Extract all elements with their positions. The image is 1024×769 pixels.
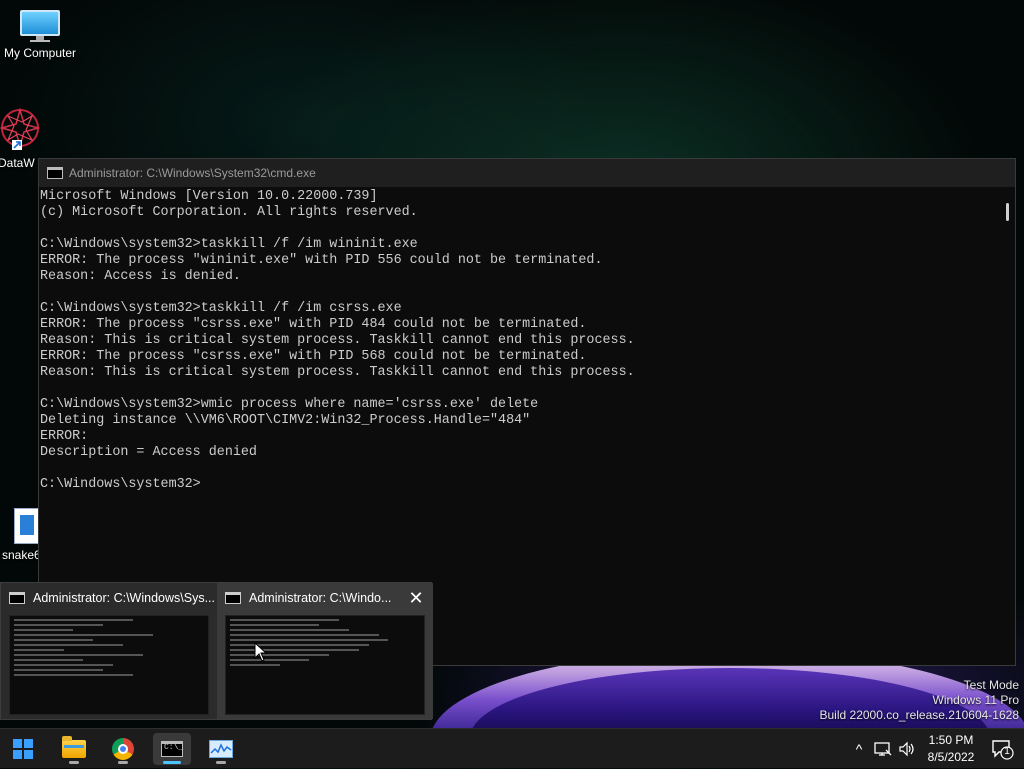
thumbnail-title: Administrator: C:\Windows\Sys... [33,591,215,605]
notification-center-button[interactable]: 1 [990,737,1014,761]
test-mode-watermark: Test Mode Windows 11 Pro Build 22000.co_… [820,678,1020,723]
taskbar-performance-monitor[interactable] [202,733,240,765]
thumbnail-preview [225,615,425,715]
console-line: C:\Windows\system32>wmic process where n… [40,397,539,412]
desktop-icon-datawatch[interactable]: DataW [0,106,42,170]
taskbar-thumbnail-popup: Administrator: C:\Windows\Sys... Adminis… [0,582,433,720]
console-line: ERROR: [40,429,89,444]
desktop-icon-my-computer[interactable]: My Computer [0,10,80,60]
cmd-icon [47,167,63,179]
desktop-icon-snake[interactable]: snake6 [2,508,42,562]
taskbar-chrome[interactable] [104,733,142,765]
taskbar-cmd[interactable]: C:\_ [153,733,191,765]
performance-monitor-icon [209,740,233,758]
notification-count: 1 [1004,746,1010,757]
console-line: ERROR: The process "csrss.exe" with PID … [40,317,587,332]
cmd-icon [225,592,241,604]
thumbnail-title: Administrator: C:\Windo... [249,591,392,605]
console-line: (c) Microsoft Corporation. All rights re… [40,205,418,220]
console-line: Reason: This is critical system process.… [40,365,635,380]
thumbnail-window-2[interactable]: Administrator: C:\Windo... ✕ [217,583,433,719]
cmd-icon: C:\_ [161,741,183,757]
chevron-up-icon[interactable]: ^ [848,741,870,757]
close-icon[interactable]: ✕ [405,587,427,609]
console-line: ERROR: The process "wininit.exe" with PI… [40,253,603,268]
watermark-line: Windows 11 Pro [932,693,1019,707]
console-line: C:\Windows\system32>taskkill /f /im wini… [40,237,418,252]
network-icon[interactable] [870,741,896,757]
console-line: ERROR: The process "csrss.exe" with PID … [40,349,587,364]
system-tray: ^ [848,729,918,769]
start-button[interactable] [4,733,42,765]
monitor-icon [20,10,60,42]
thumbnail-window-1[interactable]: Administrator: C:\Windows\Sys... [1,583,217,719]
console-line: Microsoft Windows [Version 10.0.22000.73… [40,189,378,204]
datawatch-icon [0,106,42,150]
console-line: Description = Access denied [40,445,257,460]
chrome-icon [112,738,134,760]
scrollbar-thumb[interactable] [1006,203,1009,221]
console-line: C:\Windows\system32>taskkill /f /im csrs… [40,301,402,316]
desktop-icon-label: DataW [0,156,35,170]
console-line: C:\Windows\system32> [40,477,201,492]
desktop-icon-label: snake6 [2,548,41,562]
watermark-line: Test Mode [963,678,1019,692]
console-line: Reason: Access is denied. [40,269,241,284]
desktop-icon-label: My Computer [3,46,77,60]
console-line: Deleting instance \\VM6\ROOT\CIMV2:Win32… [40,413,531,428]
thumbnail-preview [9,615,209,715]
start-icon [13,739,33,759]
taskbar-file-explorer[interactable] [55,733,93,765]
clock-time: 1:50 PM [928,733,974,747]
console-line: Reason: This is critical system process.… [40,333,635,348]
cmd-window-title: Administrator: C:\Windows\System32\cmd.e… [69,166,316,180]
clock[interactable]: 1:50 PM 8/5/2022 [918,732,984,766]
taskbar: C:\_ ^ 1:50 PM 8/5/2022 1 [0,728,1024,768]
cmd-icon [9,592,25,604]
volume-icon[interactable] [896,741,918,757]
mouse-cursor-icon [254,642,268,662]
cmd-titlebar[interactable]: Administrator: C:\Windows\System32\cmd.e… [39,159,1015,187]
file-explorer-icon [62,736,86,758]
clock-date: 8/5/2022 [927,750,975,764]
watermark-line: Build 22000.co_release.210604-1628 [819,708,1020,722]
